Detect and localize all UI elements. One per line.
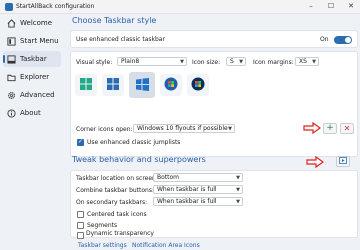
start-style-tile-win7[interactable] bbox=[160, 74, 182, 96]
sidebar: Welcome Start Menu Taskbar Explorer Adva… bbox=[0, 14, 64, 250]
dynamic-transparency-label: Dynamic transparency bbox=[86, 230, 154, 237]
annotation-arrow-icon bbox=[303, 121, 322, 136]
sidebar-item-label: Taskbar bbox=[20, 55, 47, 63]
sidebar-item-label: About bbox=[20, 109, 41, 117]
segments-checkbox[interactable] bbox=[77, 222, 84, 229]
icon-size-label: Icon size: bbox=[192, 59, 221, 66]
chevron-down-icon: ▼ bbox=[236, 175, 240, 181]
corner-icons-value: Windows 10 flyouts if possible bbox=[137, 125, 228, 132]
chevron-down-icon: ▼ bbox=[236, 187, 240, 193]
centered-icons-label: Centered task icons bbox=[87, 211, 147, 218]
icon-margins-label: Icon margins: bbox=[253, 59, 294, 66]
add-button[interactable]: + bbox=[323, 123, 337, 134]
close-button[interactable]: ✕ bbox=[346, 2, 356, 10]
visual-style-value: Plain8 bbox=[121, 58, 140, 65]
jumplists-label: Use enhanced classic jumplists bbox=[87, 139, 181, 146]
notification-icons-link[interactable]: Notification Area Icons bbox=[132, 242, 200, 249]
section-title-behavior: Tweak behavior and superpowers bbox=[72, 155, 206, 164]
dynamic-transparency-checkbox[interactable] bbox=[77, 232, 84, 239]
play-button[interactable] bbox=[336, 156, 350, 167]
plus-icon: + bbox=[326, 123, 334, 133]
remove-button[interactable]: ✕ bbox=[340, 123, 354, 134]
windows-10-logo-icon bbox=[107, 78, 119, 92]
style-options-card: Visual style: Plain8 ▼ Icon size: S ▼ Ic… bbox=[70, 51, 358, 157]
maximize-button[interactable]: ☐ bbox=[326, 2, 336, 10]
visual-style-select[interactable]: Plain8 ▼ bbox=[117, 57, 187, 66]
secondary-taskbars-label: On secondary taskbars: bbox=[76, 199, 148, 206]
combine-buttons-value: When taskbar is full bbox=[157, 186, 217, 193]
taskbar-location-label: Taskbar location on screen: bbox=[76, 175, 158, 182]
toggle-state-label: On bbox=[320, 36, 329, 43]
sidebar-item-label: Start Menu bbox=[20, 37, 59, 45]
windows-11-logo-icon bbox=[80, 78, 92, 92]
folder-icon bbox=[6, 72, 16, 82]
taskbar-icon bbox=[6, 54, 16, 64]
behavior-card: Taskbar location on screen: Bottom ▼ Com… bbox=[70, 170, 358, 239]
window-title: StartAllBack configuration bbox=[16, 3, 95, 10]
sidebar-item-advanced[interactable]: Advanced bbox=[3, 87, 61, 103]
jumplists-checkbox[interactable] bbox=[77, 138, 84, 146]
section-title-style: Choose Taskbar style bbox=[72, 16, 157, 25]
segments-label: Segments bbox=[87, 222, 118, 229]
secondary-taskbars-value: When taskbar is full bbox=[157, 198, 217, 205]
sidebar-item-label: Explorer bbox=[20, 73, 50, 81]
corner-icons-select[interactable]: Windows 10 flyouts if possible ▼ bbox=[133, 124, 235, 133]
minimize-button[interactable]: – bbox=[306, 2, 316, 10]
chevron-down-icon: ▼ bbox=[228, 126, 232, 132]
chevron-down-icon: ▼ bbox=[180, 59, 184, 65]
icon-size-select[interactable]: S ▼ bbox=[226, 57, 246, 66]
start-menu-icon bbox=[6, 36, 16, 46]
start-button-style-tiles bbox=[75, 72, 209, 98]
sidebar-item-start-menu[interactable]: Start Menu bbox=[3, 33, 61, 49]
chevron-down-icon: ▼ bbox=[236, 199, 240, 205]
start-style-tile-win8[interactable] bbox=[129, 72, 155, 98]
active-indicator bbox=[3, 55, 5, 63]
taskbar-location-value: Bottom bbox=[157, 174, 180, 181]
sidebar-item-welcome[interactable]: Welcome bbox=[3, 15, 61, 31]
app-icon bbox=[5, 3, 13, 11]
start-style-tile-win11[interactable] bbox=[75, 74, 97, 96]
icon-margins-value: XS bbox=[299, 58, 307, 65]
gear-icon bbox=[6, 90, 16, 100]
play-icon bbox=[339, 156, 347, 167]
enhanced-taskbar-toggle[interactable] bbox=[334, 36, 352, 44]
title-bar: StartAllBack configuration – ☐ ✕ bbox=[0, 0, 360, 14]
combine-buttons-select[interactable]: When taskbar is full ▼ bbox=[153, 185, 243, 194]
sidebar-item-explorer[interactable]: Explorer bbox=[3, 69, 61, 85]
home-icon bbox=[6, 18, 16, 28]
chevron-down-icon: ▼ bbox=[312, 59, 316, 65]
taskbar-location-select[interactable]: Bottom ▼ bbox=[153, 173, 243, 182]
sidebar-item-label: Advanced bbox=[20, 91, 55, 99]
main-panel: Choose Taskbar style Use enhanced classi… bbox=[68, 14, 360, 250]
sidebar-item-about[interactable]: About bbox=[3, 105, 61, 121]
corner-icons-label: Corner icons open: bbox=[76, 126, 133, 133]
icon-margins-select[interactable]: XS ▼ bbox=[295, 57, 319, 66]
windows-7-orb-icon bbox=[164, 77, 178, 93]
info-icon bbox=[6, 108, 16, 118]
windows-vista-orb-icon bbox=[191, 77, 205, 93]
enhanced-taskbar-label: Use enhanced classic taskbar bbox=[76, 36, 165, 43]
windows-8-logo-icon bbox=[135, 77, 149, 93]
sidebar-item-label: Welcome bbox=[20, 19, 53, 27]
close-icon: ✕ bbox=[343, 124, 351, 133]
sidebar-item-taskbar[interactable]: Taskbar bbox=[3, 51, 61, 67]
combine-buttons-label: Combine taskbar buttons: bbox=[76, 187, 155, 194]
chevron-down-icon: ▼ bbox=[239, 59, 243, 65]
start-style-tile-win10[interactable] bbox=[102, 74, 124, 96]
secondary-taskbars-select[interactable]: When taskbar is full ▼ bbox=[153, 197, 243, 206]
annotation-arrow-icon bbox=[306, 155, 325, 170]
centered-icons-checkbox[interactable] bbox=[77, 211, 84, 218]
icon-size-value: S bbox=[230, 58, 234, 65]
start-style-tile-vista[interactable] bbox=[187, 74, 209, 96]
enhanced-taskbar-row: Use enhanced classic taskbar On bbox=[70, 30, 358, 48]
taskbar-settings-link[interactable]: Taskbar settings bbox=[78, 242, 127, 249]
visual-style-label: Visual style: bbox=[76, 59, 113, 66]
